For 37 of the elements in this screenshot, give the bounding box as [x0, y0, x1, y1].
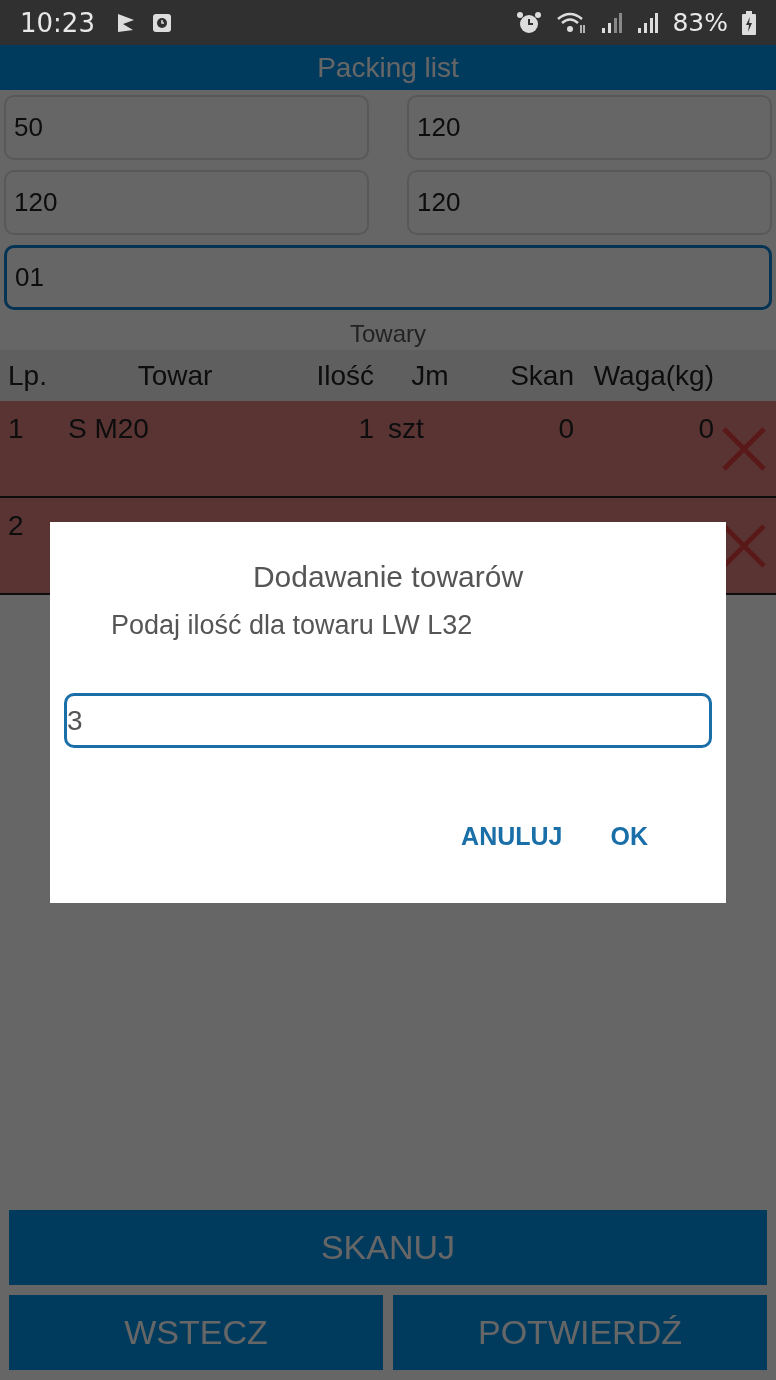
column-header: Towar	[136, 359, 214, 392]
action-button[interactable]: WSTECZ	[9, 1295, 383, 1370]
signal-icon	[600, 11, 623, 34]
table-cell-text: 0	[557, 412, 575, 445]
table-cell-text: szt	[387, 412, 425, 445]
table-cell-text: S M20	[67, 412, 150, 445]
input-field[interactable]: 120	[407, 95, 772, 160]
column-header: Skan	[509, 359, 575, 392]
input-field[interactable]: 01	[4, 245, 772, 310]
clock-icon	[150, 11, 173, 34]
column-header: Ilość	[315, 359, 375, 392]
screen-title: Packing list	[317, 51, 459, 84]
battery-percentage: 83%	[672, 8, 728, 37]
table-cell-text: 0	[697, 412, 715, 445]
dialog-button[interactable]: OK	[596, 816, 662, 857]
alarm-clock-icon	[516, 10, 543, 35]
dialog-message: Podaj ilość dla towaru LW L32	[110, 609, 474, 641]
table-cell-text: 1	[357, 412, 375, 445]
signal-icon	[636, 11, 659, 34]
wifi-icon	[556, 10, 587, 35]
scan-button[interactable]: SKANUJ	[9, 1210, 767, 1285]
dialog-button[interactable]: ANULUJ	[447, 816, 577, 857]
column-header: Lp.	[7, 359, 48, 392]
dialog-title: Dodawanie towarów	[251, 560, 525, 594]
column-header: Jm	[410, 359, 450, 392]
clock-time: 10:23	[20, 7, 95, 38]
table-row[interactable]: 1 S M20 1 szt 0 0	[0, 401, 776, 498]
section-label: Towary	[349, 319, 427, 349]
input-field[interactable]: 120	[407, 170, 772, 235]
input-field[interactable]: 50	[4, 95, 369, 160]
table-cell-text: 2	[7, 509, 25, 542]
table-cell-text: 1	[7, 412, 25, 445]
action-button[interactable]: POTWIERDŹ	[393, 1295, 767, 1370]
input-field[interactable]: 120	[4, 170, 369, 235]
battery-charging-icon	[742, 10, 756, 35]
quantity-input-field[interactable]: 3	[64, 693, 712, 748]
column-header: Waga(kg)	[592, 359, 715, 392]
